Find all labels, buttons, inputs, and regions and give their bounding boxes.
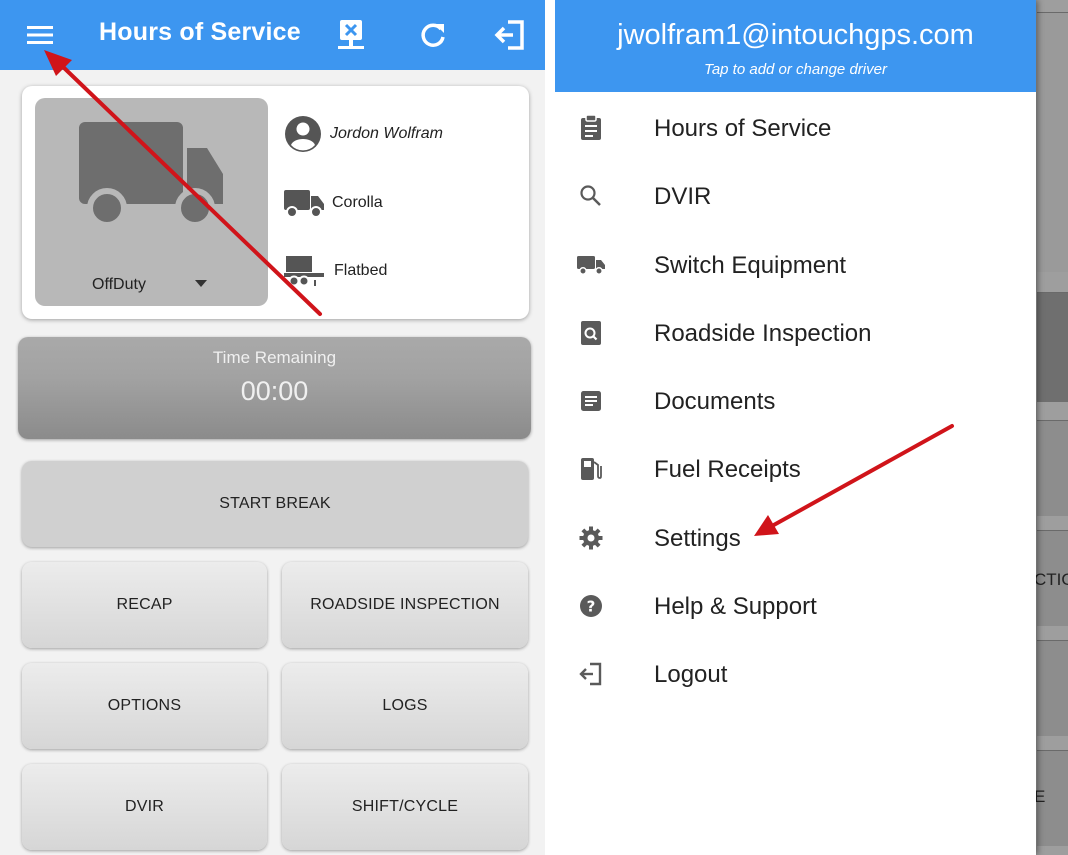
logout-icon xyxy=(577,660,605,688)
menu-item-documents[interactable]: Documents xyxy=(555,372,1036,430)
vehicle-name: Corolla xyxy=(332,194,383,211)
background-area xyxy=(1037,12,1068,272)
duty-status-value: OffDuty xyxy=(92,276,146,293)
background-text-fragment: CTIO xyxy=(1034,570,1068,589)
truck-icon xyxy=(79,122,223,226)
menu-item-label: Documents xyxy=(654,388,776,415)
start-break-button[interactable]: START BREAK xyxy=(22,461,528,547)
menu-item-hours-of-service[interactable]: Hours of Service xyxy=(555,99,1036,157)
menu-item-label: Hours of Service xyxy=(654,115,832,142)
truck-icon xyxy=(284,190,324,218)
hours-of-service-screen: Hours of Service OffDuty Jordon Wolfram … xyxy=(0,0,545,855)
background-area xyxy=(1037,420,1068,516)
time-remaining-label: Time Remaining xyxy=(212,348,337,367)
logout-icon[interactable] xyxy=(489,14,531,56)
menu-item-label: Roadside Inspection xyxy=(654,320,872,347)
recap-button[interactable]: RECAP xyxy=(22,562,267,648)
menu-item-settings[interactable]: Settings xyxy=(555,509,1036,567)
shift-cycle-button[interactable]: SHIFT/CYCLE xyxy=(282,764,528,850)
menu-item-label: Logout xyxy=(654,661,728,688)
driver-name: Jordon Wolfram xyxy=(330,125,443,142)
dropdown-caret-icon xyxy=(195,280,207,287)
menu-item-logout[interactable]: Logout xyxy=(555,645,1036,703)
document-icon xyxy=(577,387,605,415)
trailer-name: Flatbed xyxy=(334,262,388,279)
menu-item-help-support[interactable]: ? Help & Support xyxy=(555,577,1036,635)
refresh-icon[interactable] xyxy=(412,14,454,56)
app-bar: Hours of Service xyxy=(0,0,545,70)
truck-icon xyxy=(577,251,605,279)
menu-item-switch-equipment[interactable]: Switch Equipment xyxy=(555,236,1036,294)
help-icon: ? xyxy=(577,592,605,620)
inspection-icon xyxy=(577,319,605,347)
svg-text:?: ? xyxy=(587,598,596,616)
trailer-row: Flatbed xyxy=(284,251,387,291)
menu-item-roadside-inspection[interactable]: Roadside Inspection xyxy=(555,304,1036,362)
menu-item-fuel-receipts[interactable]: Fuel Receipts xyxy=(555,440,1036,498)
vehicle-row: Corolla xyxy=(284,183,383,223)
menu-item-label: Help & Support xyxy=(654,593,817,620)
background-area xyxy=(1037,292,1068,402)
user-avatar-icon xyxy=(285,116,321,152)
clipboard-icon xyxy=(577,114,605,142)
driver-status-card: OffDuty Jordon Wolfram Corolla Flatbed xyxy=(22,86,529,319)
page-title: Hours of Service xyxy=(99,18,301,46)
driver-row: Jordon Wolfram xyxy=(284,114,443,154)
navigation-drawer-screen: CTIO E jwolfram1@intouchgps.com Tap to a… xyxy=(555,0,1068,855)
drawer-header[interactable]: jwolfram1@intouchgps.com Tap to add or c… xyxy=(555,0,1036,92)
menu-item-dvir[interactable]: DVIR xyxy=(555,167,1036,225)
menu-item-label: DVIR xyxy=(654,183,712,210)
driver-email: jwolfram1@intouchgps.com xyxy=(617,19,974,51)
hamburger-menu-icon[interactable] xyxy=(19,14,61,56)
duty-status-selector[interactable]: OffDuty xyxy=(35,98,268,306)
sync-error-icon[interactable] xyxy=(330,14,372,56)
trailer-icon xyxy=(284,256,324,287)
menu-item-label: Fuel Receipts xyxy=(654,456,801,483)
drawer-subtitle: Tap to add or change driver xyxy=(704,61,887,78)
options-button[interactable]: OPTIONS xyxy=(22,663,267,749)
menu-item-label: Settings xyxy=(654,525,741,552)
navigation-drawer: jwolfram1@intouchgps.com Tap to add or c… xyxy=(555,0,1036,855)
background-area xyxy=(1037,640,1068,736)
roadside-inspection-button[interactable]: ROADSIDE INSPECTION xyxy=(282,562,528,648)
time-remaining-value: 00:00 xyxy=(240,376,309,406)
gear-icon xyxy=(577,524,605,552)
dvir-button[interactable]: DVIR xyxy=(22,764,267,850)
search-icon xyxy=(577,182,605,210)
fuel-pump-icon xyxy=(577,455,605,483)
logs-button[interactable]: LOGS xyxy=(282,663,528,749)
menu-item-label: Switch Equipment xyxy=(654,252,847,279)
time-remaining-panel: Time Remaining 00:00 xyxy=(18,337,531,439)
